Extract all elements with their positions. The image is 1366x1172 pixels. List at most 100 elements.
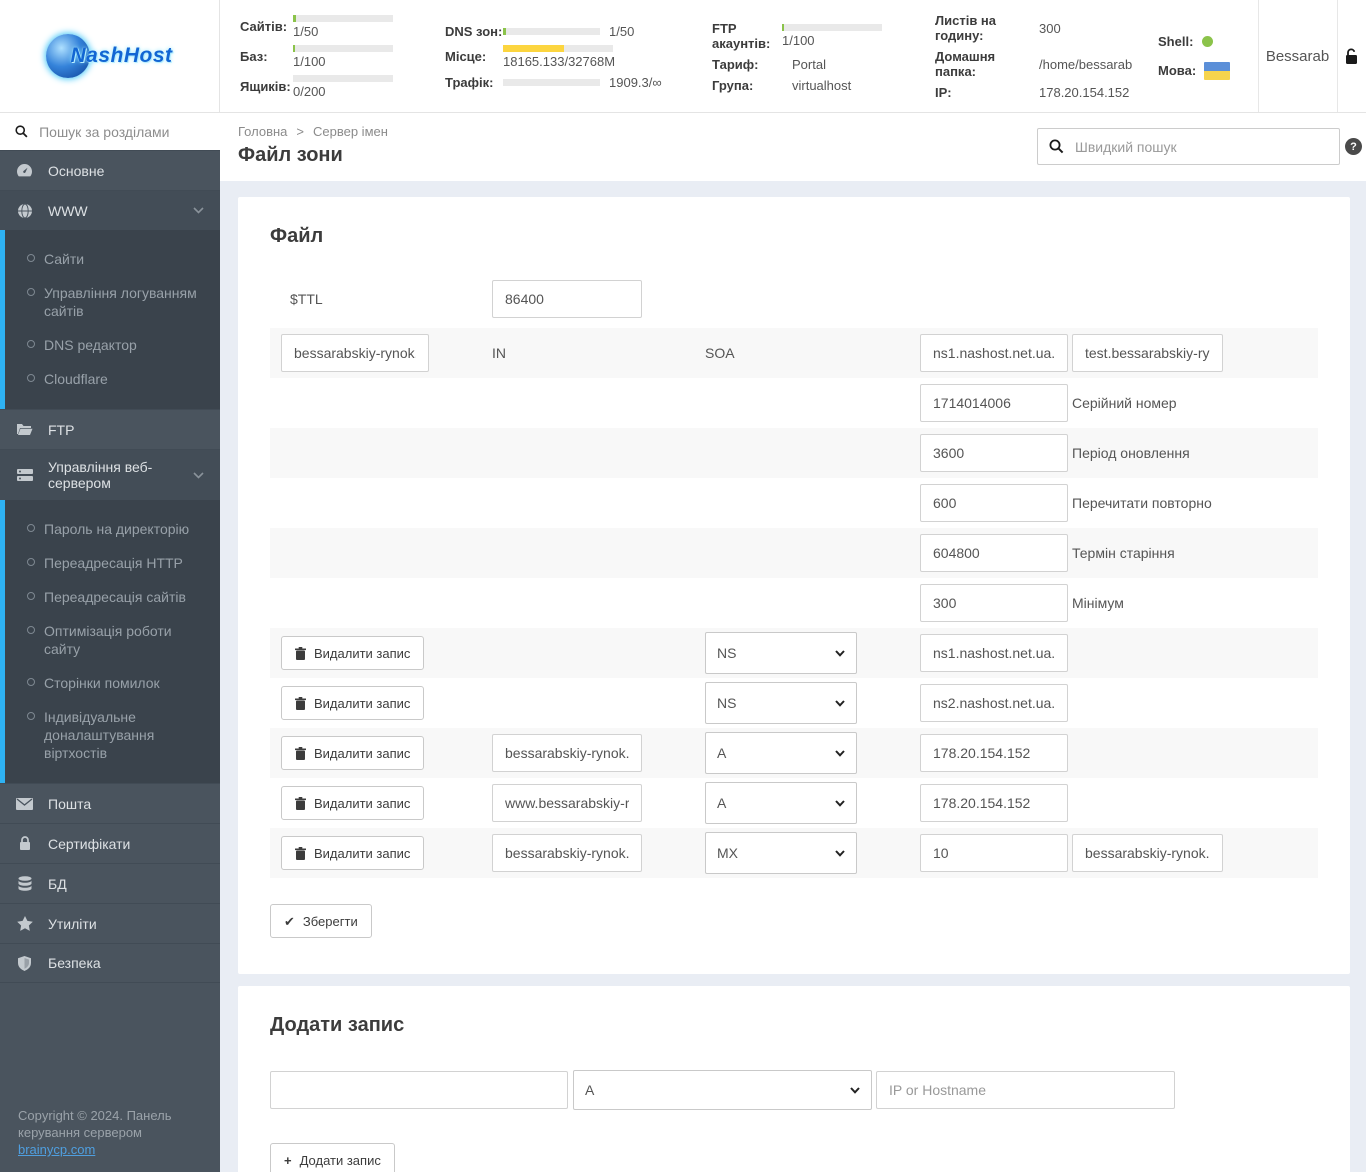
header: Сайтів: 1/50 Баз: 1/100 Ящиків: 0/200 DN…	[220, 0, 1366, 113]
sidebar-item-dns-editor[interactable]: DNS редактор	[5, 328, 220, 362]
sidebar-item-sites[interactable]: Сайти	[5, 242, 220, 276]
plus-icon: +	[284, 1152, 292, 1168]
serial-input[interactable]	[920, 384, 1068, 422]
sidebar-item-vhost-custom[interactable]: Індивідуальне доналаштування віртхостів	[5, 700, 220, 770]
sidebar-item-utilities[interactable]: Утиліти	[0, 903, 220, 943]
new-record-value-input[interactable]	[876, 1071, 1175, 1109]
trash-icon	[295, 746, 306, 760]
logout-button[interactable]	[1337, 0, 1366, 113]
stat-tariff-label: Тариф:	[712, 56, 759, 72]
help-icon[interactable]: ?	[1345, 138, 1362, 155]
expire-input[interactable]	[920, 534, 1068, 572]
stat-boxes: Ящиків: 0/200	[240, 74, 393, 99]
stat-boxes-value: 0/200	[293, 83, 326, 99]
sidebar-item-site-optimization[interactable]: Оптимізація роботи сайту	[5, 614, 220, 666]
stat-boxes-bar	[293, 74, 393, 82]
stat-ftp-value: 1/100	[782, 32, 815, 48]
record-type-value: A	[717, 795, 727, 811]
soa-primary-ns-input[interactable]	[920, 334, 1068, 372]
stat-ftp-label: FTP акаунтів:	[712, 20, 771, 51]
record-value-input[interactable]	[920, 634, 1068, 672]
sidebar-item-error-pages[interactable]: Сторінки помилок	[5, 666, 220, 700]
sidebar-item-label: БД	[48, 875, 67, 892]
sidebar-search-input[interactable]	[39, 123, 205, 140]
record-target-input[interactable]	[1072, 834, 1223, 872]
new-record-name-input[interactable]	[270, 1071, 568, 1109]
stat-bases-bar-fill	[293, 44, 295, 52]
stat-lang-label: Мова:	[1158, 63, 1197, 78]
record-name-input[interactable]	[492, 784, 642, 822]
star-icon	[16, 916, 33, 931]
record-value-input[interactable]	[920, 734, 1068, 772]
stat-lang: Мова:	[1158, 61, 1231, 80]
logo-cell: NashHost	[0, 0, 220, 113]
minimum-input[interactable]	[920, 584, 1068, 622]
quick-search-input[interactable]	[1075, 138, 1328, 155]
submenu-item-label: Переадресація сайтів	[44, 589, 186, 605]
header-stats-session: Shell: Мова:	[1158, 0, 1231, 113]
sidebar-item-main[interactable]: Основне	[0, 150, 220, 190]
stat-home-label: Домашня папка:	[935, 49, 996, 79]
trash-icon	[295, 696, 306, 710]
record-type-select[interactable]: NS	[705, 632, 857, 674]
record-value-input[interactable]	[920, 684, 1068, 722]
retry-input[interactable]	[920, 484, 1068, 522]
stat-space-value: 18165.133/32768M	[503, 53, 616, 69]
delete-record-button[interactable]: Видалити запис	[281, 636, 425, 670]
sidebar-item-db[interactable]: БД	[0, 863, 220, 903]
stat-ip-label: IP:	[935, 85, 952, 100]
stat-ftp-bar-fill	[782, 23, 784, 31]
sidebar-item-dir-password[interactable]: Пароль на директорію	[5, 512, 220, 546]
stat-traffic: Трафік: 1909.3/∞	[445, 75, 662, 90]
delete-record-label: Видалити запис	[314, 645, 411, 661]
user-menu[interactable]: Bessarab	[1258, 0, 1337, 113]
breadcrumb-home[interactable]: Головна	[238, 124, 287, 139]
record-type-select[interactable]: A	[705, 732, 857, 774]
soa-email-input[interactable]	[1072, 334, 1223, 372]
chevron-down-icon	[850, 1086, 860, 1094]
sidebar-item-label: Сертифікати	[48, 835, 131, 852]
delete-record-button[interactable]: Видалити запис	[281, 686, 425, 720]
webserver-submenu: Пароль на директорію Переадресація HTTP …	[0, 500, 220, 783]
sidebar-item-site-redirect[interactable]: Переадресація сайтів	[5, 580, 220, 614]
stat-traffic-value: 1909.3/∞	[609, 74, 662, 90]
new-record-type-select[interactable]: A	[573, 1070, 872, 1110]
add-record-button[interactable]: + Додати запис	[270, 1143, 395, 1172]
minimum-label: Мінімум	[1072, 595, 1124, 611]
breadcrumb-current[interactable]: Сервер імен	[313, 124, 388, 139]
server-icon	[16, 468, 33, 482]
brainycp-link[interactable]: brainycp.com	[18, 1142, 95, 1157]
record-type-select[interactable]: NS	[705, 682, 857, 724]
sidebar-item-ftp[interactable]: FTP	[0, 409, 220, 449]
record-value-input[interactable]	[920, 784, 1068, 822]
stat-shell: Shell:	[1158, 34, 1230, 49]
record-name-input[interactable]	[492, 834, 642, 872]
record-type-select[interactable]: MX	[705, 832, 857, 874]
submenu-item-label: Сторінки помилок	[44, 675, 160, 691]
stat-traffic-label: Трафік:	[445, 74, 494, 90]
soa-name-input[interactable]	[281, 334, 429, 372]
ukraine-flag-icon[interactable]	[1204, 61, 1231, 80]
nashhost-logo[interactable]: NashHost	[46, 34, 172, 78]
save-row: ✔ Зберегти	[270, 904, 1318, 938]
folder-icon	[16, 423, 33, 436]
sidebar-item-certificates[interactable]: Сертифікати	[0, 823, 220, 863]
record-priority-input[interactable]	[920, 834, 1068, 872]
bullet-icon	[27, 592, 35, 600]
sidebar-item-http-redirect[interactable]: Переадресація HTTP	[5, 546, 220, 580]
refresh-input[interactable]	[920, 434, 1068, 472]
delete-record-button[interactable]: Видалити запис	[281, 836, 425, 870]
record-type-select[interactable]: A	[705, 782, 857, 824]
record-name-input[interactable]	[492, 734, 642, 772]
delete-record-button[interactable]: Видалити запис	[281, 736, 425, 770]
sidebar-item-www[interactable]: WWW	[0, 190, 220, 230]
save-button[interactable]: ✔ Зберегти	[270, 904, 372, 938]
delete-record-button[interactable]: Видалити запис	[281, 786, 425, 820]
stat-shell-label: Shell:	[1158, 33, 1194, 49]
ttl-input[interactable]	[492, 280, 642, 318]
sidebar-item-cloudflare[interactable]: Cloudflare	[5, 362, 220, 396]
sidebar-item-security[interactable]: Безпека	[0, 943, 220, 983]
sidebar-item-site-logging[interactable]: Управління логуванням сайтів	[5, 276, 220, 328]
sidebar-item-webserver[interactable]: Управління веб-сервером	[0, 449, 220, 500]
sidebar-item-mail[interactable]: Пошта	[0, 783, 220, 823]
